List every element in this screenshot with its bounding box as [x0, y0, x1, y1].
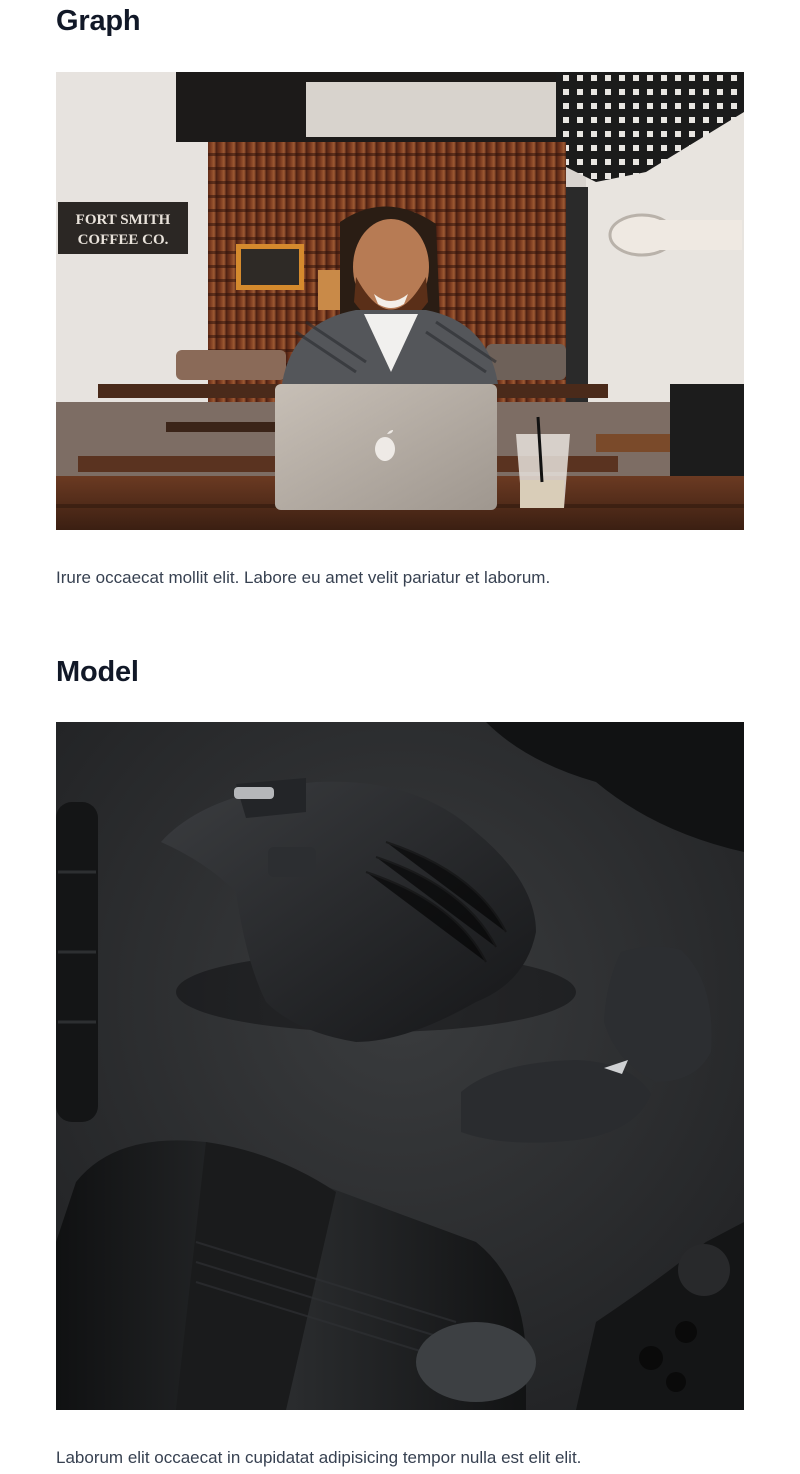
coffee-sign: FORT SMITH COFFEE CO. [58, 202, 188, 254]
section-caption-graph: Irure occaecat mollit elit. Labore eu am… [56, 568, 551, 587]
coffee-sign-line2: COFFEE CO. [78, 232, 169, 248]
mouse-lenses-photo [56, 722, 744, 1410]
section-title-graph: Graph [56, 5, 141, 37]
laptop [275, 384, 497, 510]
coffee-sign-line1: FORT SMITH [76, 212, 171, 228]
section-caption-model: Laborum elit occaecat in cupidatat adipi… [56, 1448, 582, 1467]
section-title-model: Model [56, 656, 139, 688]
cafe-laptop-photo: FORT SMITH COFFEE CO. [56, 72, 744, 530]
